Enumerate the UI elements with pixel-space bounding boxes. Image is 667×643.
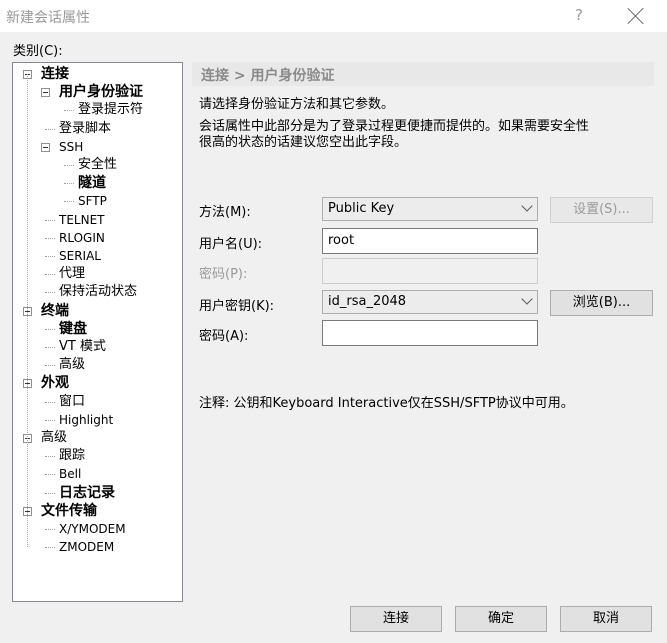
tree-connector [45, 219, 55, 221]
window-title: 新建会话属性 [6, 10, 90, 26]
ok-button[interactable]: 确定 [455, 606, 547, 632]
tree-item[interactable]: 文件传输 [41, 502, 97, 520]
tree-item[interactable]: 终端 [41, 302, 69, 320]
tree-connector [45, 237, 55, 239]
tree-connector [45, 529, 55, 530]
password-input[interactable] [322, 258, 538, 284]
username-input[interactable]: root [322, 228, 538, 254]
tree-item[interactable]: 安全性 [78, 156, 117, 174]
tree-connector [45, 419, 55, 421]
tree-item[interactable]: 外观 [41, 374, 69, 392]
tree-connector [45, 292, 55, 294]
tree-item[interactable]: 保持活动状态 [59, 283, 137, 301]
tree-item[interactable]: 键盘 [59, 320, 87, 338]
tree-item[interactable]: 隧道 [78, 174, 106, 192]
password-label: 密码(P): [199, 267, 248, 282]
browse-button[interactable]: 浏览(B)... [550, 290, 653, 316]
tree-item[interactable]: VT 模式 [59, 338, 106, 356]
username-label: 用户名(U): [199, 237, 263, 252]
passphrase-label: 密码(A): [199, 329, 249, 344]
tree-item[interactable]: 高级 [41, 429, 67, 447]
tree-item[interactable]: 连接 [41, 65, 69, 83]
collapse-icon[interactable] [41, 142, 50, 152]
tree-connector [45, 492, 55, 494]
tree-connector [45, 256, 55, 257]
method-value: Public Key [328, 201, 395, 216]
tree-connector [45, 401, 55, 403]
category-tree[interactable]: 连接 用户身份验证 登录提示符 登录脚本 SSH 安全性 隧道 SFTP TELNET RLOGI… [12, 62, 183, 602]
tree-item[interactable]: SFTP [78, 192, 107, 210]
tree-connector [45, 474, 55, 476]
setup-button[interactable]: 设置(S)... [550, 197, 653, 223]
category-label: 类别(C): [13, 44, 63, 59]
description-line-3: 很高的状态的话建议您空出此字段。 [199, 135, 408, 150]
tree-connector [64, 201, 74, 203]
close-icon[interactable] [627, 7, 645, 25]
tree-connector [64, 165, 74, 166]
collapse-icon[interactable] [41, 88, 50, 98]
cancel-button[interactable]: 取消 [560, 606, 652, 632]
tree-item[interactable]: X/YMODEM [59, 520, 126, 538]
help-button[interactable]: ? [572, 6, 586, 26]
tree-item[interactable]: 登录脚本 [59, 120, 111, 138]
tree-item[interactable]: 代理 [59, 265, 85, 283]
tree-item[interactable]: 窗口 [59, 393, 85, 411]
panel-header-text: 连接 > 用户身份验证 [201, 68, 335, 84]
method-label: 方法(M): [199, 205, 251, 220]
username-value: root [328, 233, 355, 248]
chevron-down-icon [521, 200, 533, 212]
title-bar: 新建会话属性 ? [0, 0, 667, 32]
tree-connector [45, 328, 55, 330]
user-key-label: 用户密钥(K): [199, 299, 275, 314]
tree-item[interactable]: 登录提示符 [78, 101, 143, 119]
tree-connector [27, 74, 28, 548]
tree-connector [45, 547, 55, 549]
tree-connector [64, 183, 74, 185]
connect-button[interactable]: 连接 [350, 606, 442, 632]
tree-item[interactable]: 跟踪 [59, 447, 85, 465]
tree-connector [45, 128, 55, 130]
tree-item[interactable]: SSH [59, 138, 83, 156]
tree-connector [45, 274, 55, 276]
tree-connector [45, 365, 55, 367]
user-key-select[interactable]: id_rsa_2048 [322, 290, 538, 314]
tree-item[interactable]: 高级 [59, 356, 85, 374]
tree-item[interactable]: Bell [59, 465, 81, 483]
description-line-1: 请选择身份验证方法和其它参数。 [199, 97, 395, 112]
tree-connector [45, 456, 55, 458]
tree-connector [64, 110, 74, 112]
tree-item[interactable]: 日志记录 [59, 484, 115, 502]
tree-item[interactable]: TELNET [59, 211, 105, 229]
tree-item[interactable]: 用户身份验证 [59, 83, 143, 102]
tree-item[interactable]: ZMODEM [59, 538, 114, 556]
user-key-value: id_rsa_2048 [328, 294, 407, 309]
passphrase-input[interactable] [322, 320, 538, 346]
note-text: 注释: 公钥和Keyboard Interactive仅在SSH/SFTP协议中… [199, 396, 574, 411]
panel-header: 连接 > 用户身份验证 [192, 62, 654, 86]
method-select[interactable]: Public Key [322, 197, 538, 221]
chevron-down-icon [521, 293, 533, 305]
tree-item[interactable]: Highlight [59, 411, 113, 429]
tree-item[interactable]: SERIAL [59, 247, 101, 265]
tree-connector [45, 347, 55, 348]
tree-item[interactable]: RLOGIN [59, 229, 105, 247]
